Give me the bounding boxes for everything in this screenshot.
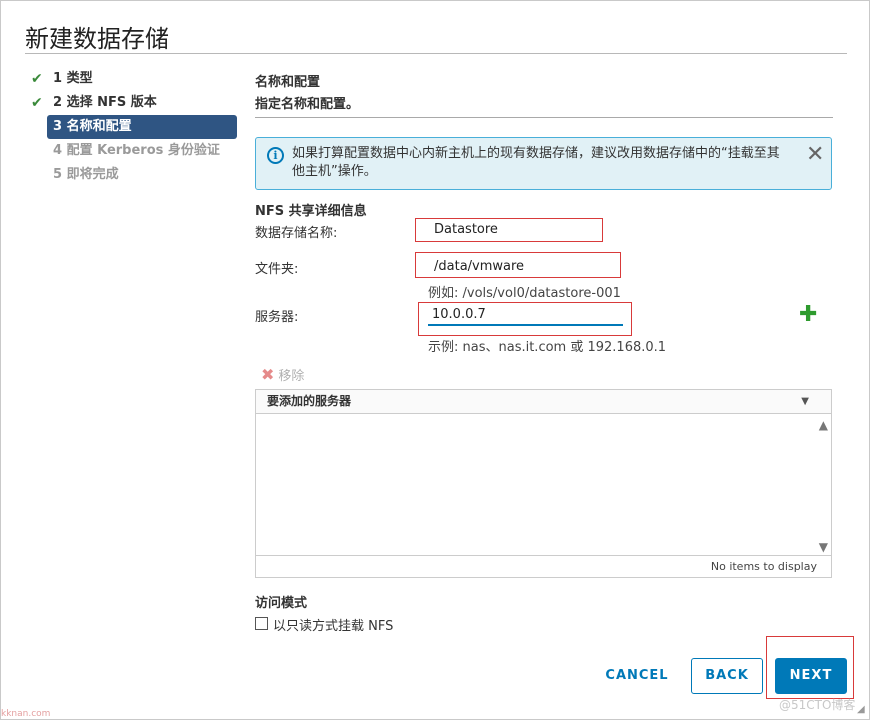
check-icon: ✔ — [31, 95, 43, 111]
step-label: 5 即将完成 — [53, 167, 119, 182]
resize-handle-icon[interactable]: ◢ — [857, 704, 865, 715]
step-name-config[interactable]: 3 名称和配置 — [47, 115, 237, 139]
remove-label: 移除 — [278, 369, 305, 384]
check-icon: ✔ — [31, 71, 43, 87]
step-kerberos: 4 配置 Kerberos 身份验证 — [29, 139, 237, 163]
cancel-button[interactable]: CANCEL — [597, 658, 677, 694]
grid-footer: No items to display — [256, 555, 831, 577]
step-nfs-version[interactable]: ✔ 2 选择 NFS 版本 — [29, 91, 237, 115]
remove-button[interactable]: ✖ 移除 — [261, 365, 304, 384]
section-divider — [255, 117, 833, 118]
info-banner-text: 如果打算配置数据中心内新主机上的现有数据存储，建议改用数据存储中的“挂载至其他主… — [292, 146, 780, 179]
chevron-down-icon[interactable]: ▼ — [801, 390, 809, 413]
scroll-down-icon[interactable]: ▼ — [819, 540, 828, 554]
wizard-dialog: 新建数据存储 ✔ 1 类型 ✔ 2 选择 NFS 版本 3 名称和配置 4 配置… — [0, 0, 870, 720]
step-label: 2 选择 NFS 版本 — [53, 95, 157, 110]
folder-field[interactable]: /data/vmware — [415, 252, 621, 278]
readonly-checkbox-label[interactable]: 以只读方式挂载 NFS — [273, 615, 393, 634]
folder-value: /data/vmware — [434, 259, 525, 274]
back-button[interactable]: BACK — [691, 658, 763, 694]
step-ready: 5 即将完成 — [29, 163, 237, 187]
readonly-checkbox[interactable] — [255, 617, 268, 630]
grid-header[interactable]: 要添加的服务器 ▼ — [256, 390, 831, 414]
server-field[interactable]: 10.0.0.7 — [418, 302, 632, 336]
servers-grid: 要添加的服务器 ▼ ▲ ▼ No items to display — [255, 389, 832, 578]
server-value: 10.0.0.7 — [432, 307, 486, 322]
step-type[interactable]: ✔ 1 类型 — [29, 67, 237, 91]
info-banner: i 如果打算配置数据中心内新主机上的现有数据存储，建议改用数据存储中的“挂载至其… — [255, 137, 832, 190]
folder-label: 文件夹: — [255, 262, 299, 277]
step-label: 1 类型 — [53, 71, 93, 86]
close-icon[interactable]: ✕ — [806, 144, 824, 166]
step-label: 4 配置 Kerberos 身份验证 — [53, 143, 220, 158]
server-input-underline — [428, 324, 623, 326]
section-title: 名称和配置 — [255, 75, 321, 90]
wizard-steps: ✔ 1 类型 ✔ 2 选择 NFS 版本 3 名称和配置 4 配置 Kerber… — [29, 67, 237, 187]
grid-header-label: 要添加的服务器 — [267, 394, 352, 408]
server-label: 服务器: — [255, 310, 299, 325]
folder-hint: 例如: /vols/vol0/datastore-001 — [428, 286, 621, 301]
watermark-left: kknan.com — [1, 709, 51, 719]
dialog-title: 新建数据存储 — [25, 25, 169, 53]
watermark-right: @51CTO博客 — [779, 698, 856, 712]
datastore-name-value: Datastore — [434, 222, 498, 237]
datastore-name-label: 数据存储名称: — [255, 226, 338, 241]
title-divider — [25, 53, 847, 54]
next-highlight-box — [766, 636, 854, 699]
info-icon: i — [267, 147, 284, 164]
step-label: 3 名称和配置 — [53, 119, 132, 134]
nfs-group-title: NFS 共享详细信息 — [255, 204, 367, 219]
datastore-name-field[interactable]: Datastore — [415, 218, 603, 242]
scroll-up-icon[interactable]: ▲ — [819, 418, 828, 432]
server-hint: 示例: nas、nas.it.com 或 192.168.0.1 — [428, 340, 667, 355]
plus-icon[interactable]: ✚ — [799, 302, 817, 327]
section-subtitle: 指定名称和配置。 — [255, 97, 360, 112]
access-mode-title: 访问模式 — [255, 596, 308, 611]
remove-icon: ✖ — [261, 365, 275, 384]
